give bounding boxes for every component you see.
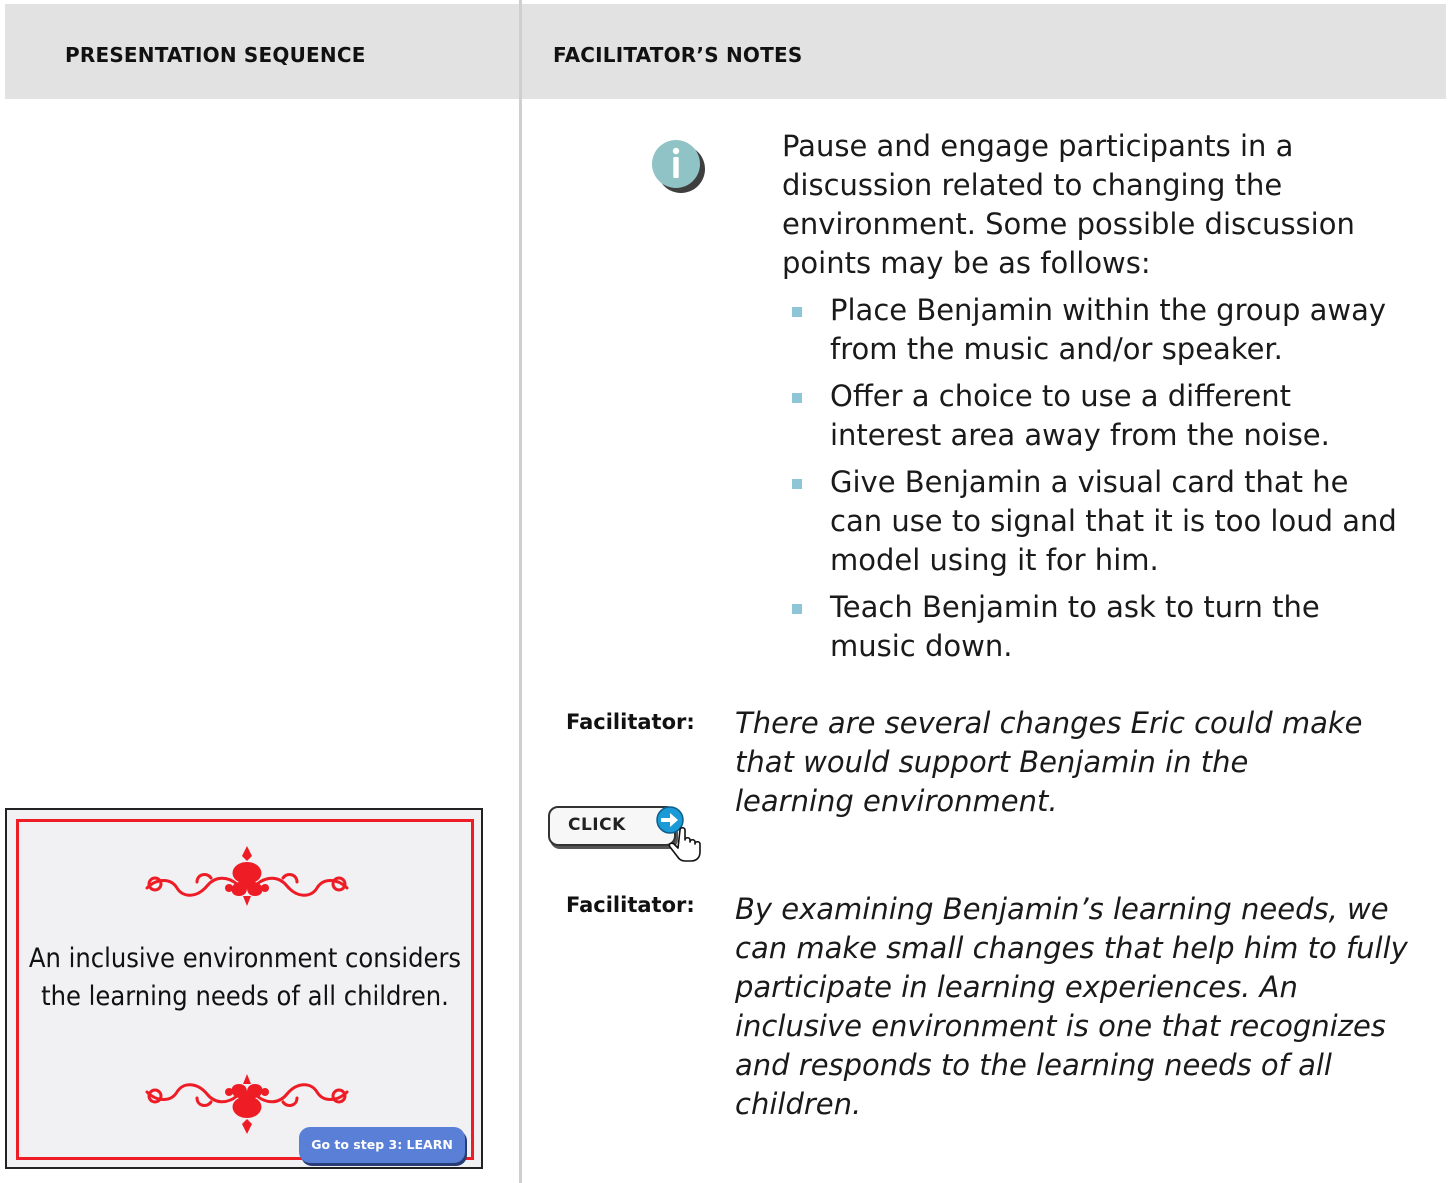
bullet-icon [792, 307, 802, 317]
table-header: PRESENTATION SEQUENCE FACILITATOR’S NOTE… [5, 4, 1446, 99]
info-icon [652, 140, 705, 193]
go-to-step-3-button[interactable]: Go to step 3: LEARN [299, 1127, 465, 1163]
discussion-intro: Pause and engage participants in a discu… [782, 129, 1355, 280]
bullet-icon [792, 393, 802, 403]
column-divider [519, 0, 522, 1183]
click-cue: CLICK [548, 806, 710, 862]
bullet-icon [792, 604, 802, 614]
bullet-icon [792, 479, 802, 489]
list-item: Give Benjamin a visual card that he can … [782, 463, 1402, 580]
discussion-notes: Pause and engage participants in a discu… [782, 127, 1402, 674]
facilitator-script: By examining Benjamin’s learning needs, … [735, 892, 1408, 1121]
click-label: CLICK [568, 815, 626, 835]
slide-frame: An inclusive environment considers the l… [16, 819, 474, 1160]
list-item: Teach Benjamin to ask to turn the music … [782, 588, 1402, 666]
list-item: Place Benjamin within the group away fro… [782, 291, 1402, 369]
slide-message: An inclusive environment considers the l… [28, 943, 462, 1012]
facilitators-notes-heading: FACILITATOR’S NOTES [553, 43, 803, 67]
facilitator-label: Facilitator: [566, 710, 695, 734]
flourish-ornament-icon [145, 846, 349, 906]
facilitator-script: There are several changes Eric could mak… [735, 706, 1363, 818]
discussion-points: Place Benjamin within the group away fro… [782, 291, 1402, 666]
slide-thumbnail: An inclusive environment considers the l… [5, 808, 483, 1169]
list-item: Offer a choice to use a different intere… [782, 377, 1402, 455]
facilitator-label: Facilitator: [566, 893, 695, 917]
hand-pointer-arrow-icon [656, 806, 701, 862]
presentation-sequence-heading: PRESENTATION SEQUENCE [65, 43, 366, 67]
